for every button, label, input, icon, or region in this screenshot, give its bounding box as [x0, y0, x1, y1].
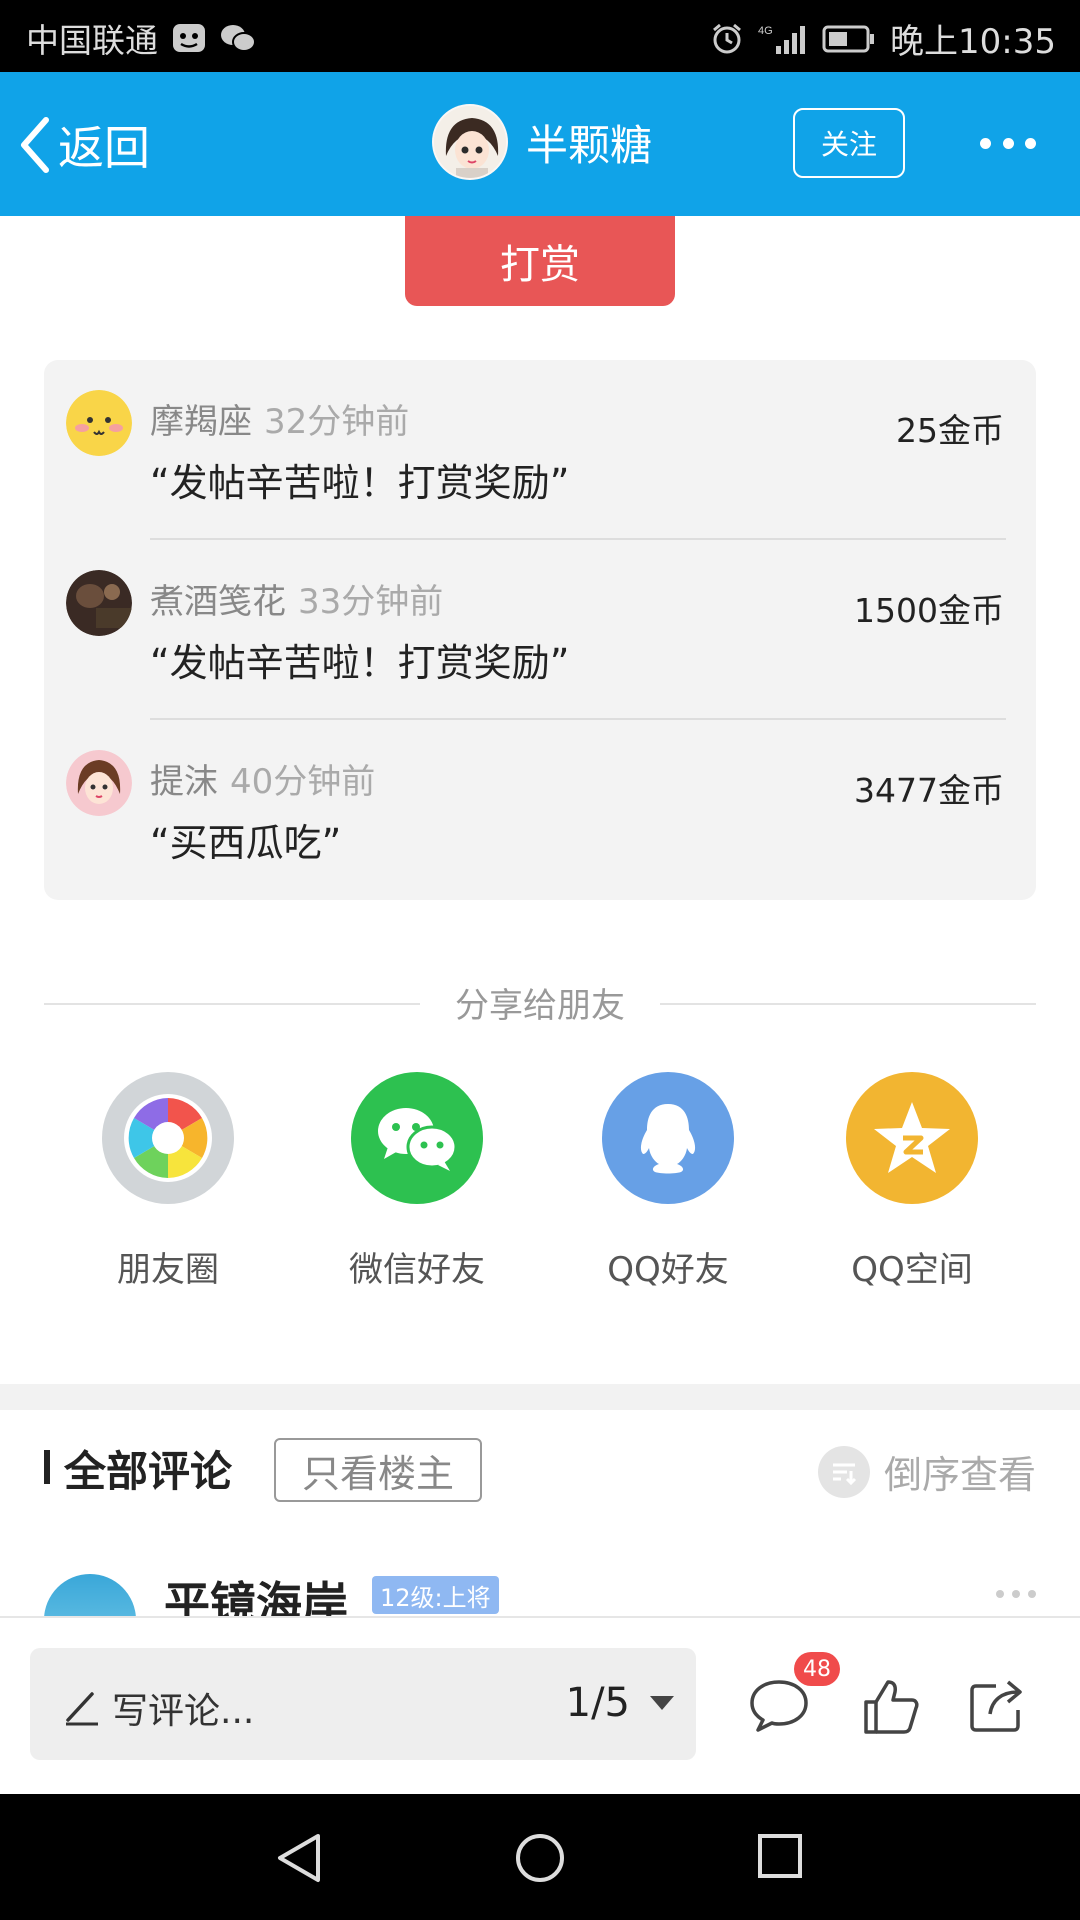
comment-item: 平镜海岸 12级:上将: [0, 1540, 1080, 1616]
back-arrow-icon: [21, 117, 49, 173]
sort-label: 倒序查看: [883, 1453, 1036, 1497]
follow-button[interactable]: 关注: [793, 108, 905, 178]
nav-recents-icon[interactable]: [756, 1832, 804, 1880]
reward-time: 32分钟前: [264, 402, 410, 442]
owner-only-button[interactable]: 只看楼主: [274, 1438, 482, 1502]
wechat-icon: [351, 1072, 483, 1204]
author-name: 半颗糖: [526, 120, 653, 170]
top-nav-bar: 返回 半颗糖 关注: [0, 72, 1080, 216]
reward-row: 摩羯座 32分钟前 “发帖辛苦啦！打赏奖励” 25金币: [44, 360, 1036, 540]
back-label: 返回: [58, 121, 150, 175]
moments-icon: [102, 1072, 234, 1204]
share-wechat-button[interactable]: 微信好友: [317, 1072, 517, 1291]
reward-message: “发帖辛苦啦！打赏奖励”: [150, 641, 570, 685]
app-notification-icon: [172, 23, 206, 53]
page-indicator[interactable]: 1/5: [566, 1680, 630, 1726]
bottom-toolbar: 写评论... 1/5 48: [0, 1616, 1080, 1794]
alarm-icon: [710, 22, 744, 56]
share-qzone-button[interactable]: QQ空间: [812, 1072, 1012, 1291]
comment-count-badge: 48: [794, 1652, 840, 1686]
clock: 晚上10:35: [890, 22, 1056, 62]
reward-amount: 3477金币: [854, 771, 1004, 810]
comments-title: 全部评论: [64, 1447, 233, 1496]
share-qq-button[interactable]: QQ好友: [568, 1072, 768, 1291]
wechat-notification-icon: [220, 23, 256, 53]
commenter-name[interactable]: 平镜海岸: [164, 1568, 348, 1616]
reward-message: “买西瓜吃”: [150, 821, 342, 865]
share-icon[interactable]: [968, 1678, 1026, 1734]
pen-icon: [66, 1692, 98, 1726]
reward-user-avatar[interactable]: [66, 750, 132, 816]
level-badge: 12级:上将: [372, 1576, 499, 1614]
status-bar: 中国联通 4G 晚上10:35: [0, 0, 1080, 72]
comment-more-icon[interactable]: [996, 1590, 1036, 1598]
section-divider: [0, 1384, 1080, 1410]
reverse-order-button[interactable]: 倒序查看: [817, 1444, 1036, 1499]
share-qq-label: QQ好友: [607, 1250, 729, 1290]
reward-row: 煮酒笺花 33分钟前 “发帖辛苦啦！打赏奖励” 1500金币: [44, 540, 1036, 720]
reward-user-avatar[interactable]: [66, 570, 132, 636]
commenter-avatar[interactable]: [44, 1574, 136, 1616]
reward-time: 33分钟前: [298, 582, 444, 622]
author-header[interactable]: 半颗糖: [432, 104, 652, 180]
reward-user-avatar[interactable]: [66, 390, 132, 456]
carrier-label: 中国联通: [26, 21, 158, 60]
share-moments-button[interactable]: 朋友圈: [68, 1072, 268, 1291]
reward-list: 摩羯座 32分钟前 “发帖辛苦啦！打赏奖励” 25金币 煮酒笺花 33分钟前 “发帖…: [44, 360, 1036, 900]
battery-icon: [822, 24, 876, 54]
share-moments-label: 朋友圈: [117, 1250, 219, 1290]
divider: [660, 1003, 1036, 1005]
nav-back-icon[interactable]: [274, 1832, 324, 1884]
reward-button[interactable]: 打赏: [405, 216, 675, 306]
share-qzone-label: QQ空间: [851, 1250, 973, 1290]
like-icon[interactable]: [862, 1678, 920, 1736]
nav-home-icon[interactable]: [514, 1832, 566, 1884]
qzone-icon: [846, 1072, 978, 1204]
reward-user-name[interactable]: 摩羯座: [150, 402, 252, 442]
reward-row: 提沫 40分钟前 “买西瓜吃” 3477金币: [44, 720, 1036, 900]
signal-icon: 4G: [758, 22, 808, 56]
system-nav-bar: [0, 1794, 1080, 1920]
more-options-icon[interactable]: [980, 128, 1036, 158]
reward-amount: 25金币: [896, 411, 1004, 450]
sort-icon: [817, 1445, 870, 1498]
qq-icon: [602, 1072, 734, 1204]
reward-amount: 1500金币: [854, 591, 1004, 630]
comment-icon[interactable]: [748, 1678, 810, 1734]
author-avatar[interactable]: [432, 104, 508, 180]
reward-message: “发帖辛苦啦！打赏奖励”: [150, 461, 570, 505]
reward-user-name[interactable]: 煮酒笺花: [150, 582, 286, 622]
back-button[interactable]: 返回: [18, 112, 150, 178]
network-label: 4G: [758, 25, 773, 37]
share-wechat-label: 微信好友: [349, 1250, 485, 1290]
comments-header: 全部评论 只看楼主 倒序查看: [0, 1410, 1080, 1540]
reward-user-name[interactable]: 提沫: [150, 762, 218, 802]
reward-time: 40分钟前: [230, 762, 376, 802]
share-header: 分享给朋友: [44, 978, 1036, 1028]
write-comment-input[interactable]: 写评论... 1/5: [30, 1648, 696, 1760]
page-dropdown-icon[interactable]: [650, 1696, 674, 1710]
section-marker: [44, 1450, 50, 1484]
write-comment-placeholder: 写评论...: [112, 1691, 255, 1732]
